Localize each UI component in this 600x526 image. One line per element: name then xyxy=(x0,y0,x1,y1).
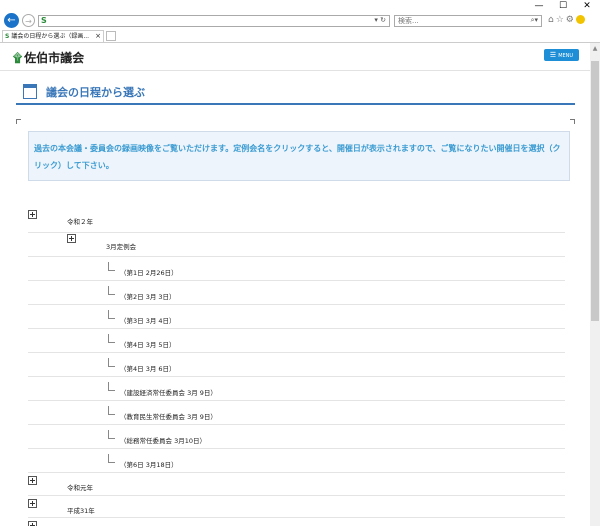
day-link[interactable]: （第4日 3月 5日） xyxy=(120,339,176,349)
page-heading: 議会の日程から選ぶ xyxy=(16,83,575,105)
tree-connector-icon xyxy=(108,262,115,271)
logo-text: 佐伯市議会 xyxy=(24,51,85,65)
address-tools: ▾ ↻ xyxy=(374,16,386,24)
window-titlebar: — ☐ ✕ xyxy=(0,0,600,12)
tab-title: 議会の日程から選ぶ（録画... xyxy=(11,33,90,40)
notice-box: 過去の本会議・委員会の録画映像をご覧いただけます。定例会名をクリックすると、開催… xyxy=(28,131,570,181)
close-window-button[interactable]: ✕ xyxy=(580,1,594,11)
forward-button[interactable]: → xyxy=(22,14,35,27)
search-box[interactable]: ⌕▾ xyxy=(394,15,542,27)
expand-icon[interactable] xyxy=(28,499,37,508)
minimize-button[interactable]: — xyxy=(532,1,546,11)
expand-icon[interactable] xyxy=(28,210,37,219)
page-scrollbar[interactable]: ▲ xyxy=(590,43,600,526)
scroll-thumb[interactable] xyxy=(591,61,599,321)
tree-connector-icon xyxy=(108,286,115,295)
tree-connector-icon xyxy=(108,334,115,343)
content-panel: 過去の本会議・委員会の録画映像をご覧いただけます。定例会名をクリックすると、開催… xyxy=(16,119,575,526)
tree-connector-icon xyxy=(108,382,115,391)
search-icon[interactable]: ⌕▾ xyxy=(531,16,538,25)
scroll-up-icon[interactable]: ▲ xyxy=(591,45,599,52)
tree-connector-icon xyxy=(108,310,115,319)
tree-row-year: 令和元年 xyxy=(28,473,565,496)
tree-row-year xyxy=(28,518,565,526)
menu-button[interactable]: ☰ MENU xyxy=(544,49,579,61)
day-link[interactable]: （教育民生常任委員会 3月 9日） xyxy=(120,411,217,421)
back-button[interactable]: ← xyxy=(4,13,19,28)
tree-connector-icon xyxy=(108,358,115,367)
tree-connector-icon xyxy=(108,454,115,463)
star-icon[interactable]: ☆ xyxy=(556,15,566,25)
day-link[interactable]: （総務常任委員会 3月10日） xyxy=(120,435,206,445)
tree-row-day: （第2日 3月 3日） xyxy=(28,281,565,305)
corner-decoration xyxy=(570,119,575,124)
arrow-right-icon: → xyxy=(25,17,32,26)
expand-icon[interactable] xyxy=(28,476,37,485)
tree-connector-icon xyxy=(108,430,115,439)
browser-navbar: ← → S ▾ ↻ ⌕▾ ⌂☆⚙ xyxy=(0,12,600,30)
year-label[interactable]: 令和２年 xyxy=(67,216,93,226)
day-link[interactable]: （第1日 2月26日） xyxy=(120,267,178,277)
session-label[interactable]: 3月定例会 xyxy=(106,241,136,251)
tab-favicon-icon: S xyxy=(5,33,10,40)
day-link[interactable]: （建設経済常任委員会 3月 9日） xyxy=(120,387,217,397)
menu-label: MENU xyxy=(558,53,574,59)
day-link[interactable]: （第3日 3月 4日） xyxy=(120,315,176,325)
site-header: ۩ 佐伯市議会 ☰ MENU xyxy=(0,43,590,71)
expand-icon[interactable] xyxy=(67,234,76,243)
address-bar[interactable]: S ▾ ↻ xyxy=(38,15,390,27)
new-tab-button[interactable] xyxy=(106,31,116,41)
tab-current[interactable]: S 議会の日程から選ぶ（録画... × xyxy=(2,30,104,42)
tab-bar: S 議会の日程から選ぶ（録画... × xyxy=(0,30,600,43)
dropdown-icon[interactable]: ▾ xyxy=(374,16,378,24)
hamburger-icon: ☰ xyxy=(549,51,557,59)
smiley-icon[interactable] xyxy=(575,15,585,24)
day-link[interactable]: （第4日 3月 6日） xyxy=(120,363,176,373)
tree-row-day: （教育民生常任委員会 3月 9日） xyxy=(28,401,565,425)
year-label[interactable]: 平成31年 xyxy=(67,505,95,515)
tree-row-day: （第1日 2月26日） xyxy=(28,257,565,281)
year-label[interactable]: 令和元年 xyxy=(67,482,93,492)
tree-row-day: （第4日 3月 5日） xyxy=(28,329,565,353)
home-icon[interactable]: ⌂ xyxy=(548,15,556,25)
toolbar-icons: ⌂☆⚙ xyxy=(548,15,585,25)
tree-row-day: （第6日 3月18日） xyxy=(28,449,565,473)
search-input[interactable] xyxy=(395,16,508,26)
day-link[interactable]: （第2日 3月 3日） xyxy=(120,291,176,301)
tab-close-icon[interactable]: × xyxy=(95,31,101,42)
corner-decoration xyxy=(16,119,21,124)
page-content: ۩ 佐伯市議会 ☰ MENU 議会の日程から選ぶ 過去の本会議・委員会の録画映像をご… xyxy=(0,43,590,526)
refresh-icon[interactable]: ↻ xyxy=(380,16,386,24)
expand-icon[interactable] xyxy=(28,521,37,526)
tree-row-year: 令和２年 xyxy=(28,209,565,233)
tree-row-day: （総務常任委員会 3月10日） xyxy=(28,425,565,449)
logo-mark-icon: ۩ xyxy=(13,51,23,65)
site-favicon-icon: S xyxy=(41,16,47,25)
tree-row-day: （第3日 3月 4日） xyxy=(28,305,565,329)
site-logo[interactable]: ۩ 佐伯市議会 xyxy=(13,49,84,66)
tree-row-year: 平成31年 xyxy=(28,496,565,518)
tree-row-day: （第4日 3月 6日） xyxy=(28,353,565,377)
gear-icon[interactable]: ⚙ xyxy=(566,15,576,25)
tree-connector-icon xyxy=(108,406,115,415)
maximize-button[interactable]: ☐ xyxy=(556,1,570,11)
tree-row-session: 3月定例会 xyxy=(28,233,565,257)
tree-row-day: （建設経済常任委員会 3月 9日） xyxy=(28,377,565,401)
day-link[interactable]: （第6日 3月18日） xyxy=(120,459,178,469)
page-title: 議会の日程から選ぶ xyxy=(46,86,145,99)
arrow-left-icon: ← xyxy=(7,15,16,26)
calendar-icon xyxy=(23,84,37,99)
